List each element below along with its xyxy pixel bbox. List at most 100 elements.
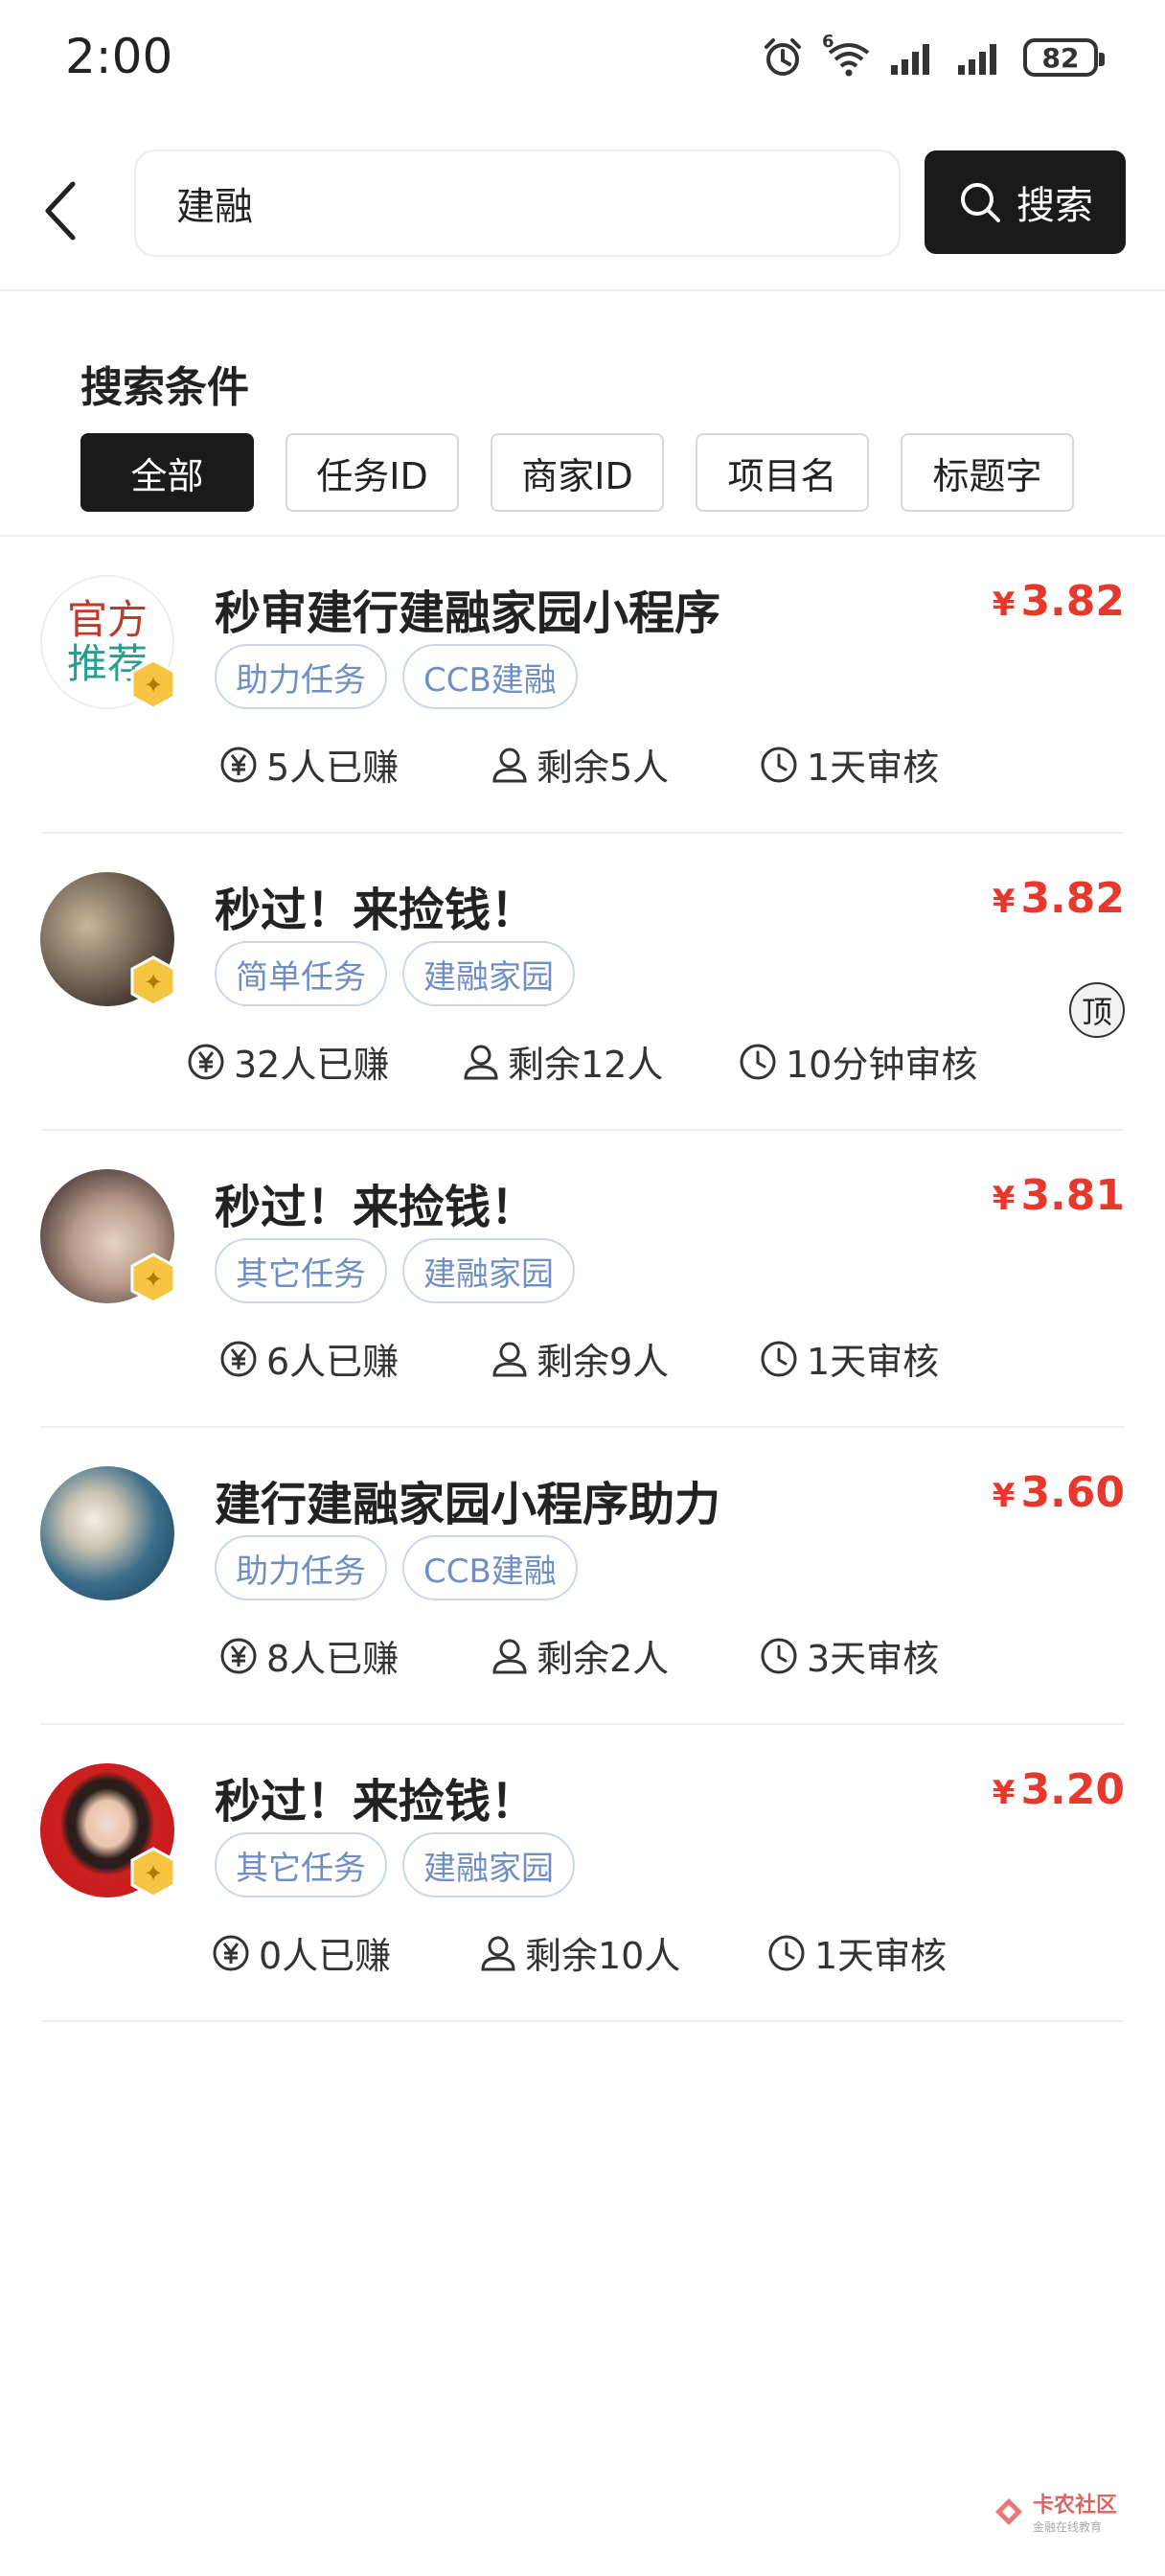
task-title: 秒过！来捡钱！ (215, 1181, 537, 1234)
search-button[interactable]: 搜索 (925, 150, 1126, 254)
clock-icon (740, 1044, 776, 1079)
task-stats: 5人已赚 剩余5人 1天审核 (0, 738, 1165, 795)
task-item[interactable]: ✦ 秒过！来捡钱！ ¥3.81 其它任务 建融家园 6人已赚 剩余9人 1天审核 (0, 1131, 1165, 1428)
search-icon (961, 183, 1000, 222)
vip-badge-icon: ✦ (130, 658, 176, 710)
task-tags: 其它任务 建融家园 (215, 1238, 575, 1303)
task-tag: 助力任务 (215, 644, 387, 709)
search-header: 建融 搜索 (0, 125, 1165, 291)
alarm-icon (765, 38, 801, 76)
stat-review: 1天审核 (759, 1332, 939, 1385)
clock-icon (761, 747, 797, 782)
stat-earned: 5人已赚 (218, 738, 399, 791)
search-input-value: 建融 (176, 185, 253, 229)
task-tag: 其它任务 (215, 1832, 387, 1898)
review-time: 1天审核 (807, 747, 940, 789)
task-item[interactable]: ✦ 秒过！来捡钱！ ¥3.20 其它任务 建融家园 0人已赚 剩余10人 1天审… (0, 1725, 1165, 2022)
earned-count: 5人已赚 (266, 747, 400, 789)
chip-title-keyword[interactable]: 标题字 (901, 433, 1074, 512)
currency-symbol: ¥ (992, 1774, 1016, 1812)
task-stats: 32人已赚 剩余12人 10分钟审核 (0, 1035, 1165, 1092)
search-input[interactable]: 建融 (134, 150, 901, 257)
task-stats: 0人已赚 剩余10人 1天审核 (0, 1926, 1165, 1984)
task-title: 秒过！来捡钱！ (215, 1775, 537, 1828)
chip-project-name[interactable]: 项目名 (696, 433, 869, 512)
watermark-text: 卡农社区 (1033, 2494, 1118, 2518)
clock-icon (768, 1935, 805, 1970)
filter-chips: 全部 任务ID 商家ID 项目名 标题字 (80, 433, 1074, 512)
chip-all[interactable]: 全部 (80, 433, 254, 512)
remaining-count: 剩余9人 (537, 1341, 670, 1383)
task-price: ¥3.60 (993, 1468, 1125, 1517)
task-item[interactable]: 官方 推荐 ✦ 秒审建行建融家园小程序 ¥3.82 助力任务 CCB建融 5人已… (0, 537, 1165, 834)
search-button-label: 搜索 (1017, 184, 1093, 228)
stat-earned: 0人已赚 (211, 1926, 391, 1979)
person-icon (492, 1639, 527, 1673)
status-bar: 2:00 6 82 (0, 0, 1165, 125)
task-tags: 简单任务 建融家园 (215, 941, 575, 1006)
chip-task-id[interactable]: 任务ID (286, 433, 459, 512)
currency-symbol: ¥ (992, 1477, 1016, 1515)
watermark-subtext: 金融在线教育 (1033, 2520, 1103, 2534)
task-tag: 助力任务 (215, 1535, 387, 1600)
review-time: 1天审核 (807, 1341, 940, 1383)
price-value: 3.82 (1020, 874, 1125, 923)
stat-review: 10分钟审核 (738, 1035, 977, 1088)
signal-icon (891, 44, 929, 75)
yen-icon (220, 1638, 257, 1673)
currency-symbol: ¥ (992, 1180, 1016, 1218)
stat-review: 3天审核 (759, 1629, 939, 1682)
vip-badge-icon: ✦ (130, 955, 176, 1007)
task-tag: 建融家园 (402, 941, 575, 1006)
network-label: 6 (822, 32, 834, 52)
svg-text:✦: ✦ (144, 1266, 163, 1293)
stat-earned: 6人已赚 (218, 1332, 399, 1385)
stat-remaining: 剩余12人 (462, 1035, 663, 1088)
person-icon (492, 748, 527, 782)
yen-icon (220, 747, 257, 782)
yen-icon (220, 1341, 257, 1376)
earned-count: 32人已赚 (234, 1044, 390, 1086)
avatar-text-line1: 官方 (66, 595, 148, 643)
battery-level: 82 (1041, 41, 1080, 74)
stat-review: 1天审核 (766, 1926, 947, 1979)
task-stats: 8人已赚 剩余2人 3天审核 (0, 1629, 1165, 1687)
remaining-count: 剩余2人 (537, 1638, 670, 1680)
battery-icon: 82 (1023, 38, 1105, 77)
earned-count: 0人已赚 (259, 1935, 392, 1977)
stat-remaining: 剩余9人 (491, 1332, 669, 1385)
stat-earned: 32人已赚 (186, 1035, 389, 1088)
task-title: 秒审建行建融家园小程序 (215, 586, 721, 640)
currency-symbol: ¥ (992, 883, 1016, 921)
status-icons: 6 82 (761, 29, 1105, 86)
person-icon (481, 1936, 515, 1970)
task-price: ¥3.20 (993, 1765, 1125, 1814)
task-item[interactable]: 建行建融家园小程序助力 ¥3.60 助力任务 CCB建融 8人已赚 剩余2人 3… (0, 1428, 1165, 1725)
back-arrow-icon[interactable] (33, 174, 90, 247)
avatar (40, 1466, 174, 1600)
vip-badge-icon: ✦ (130, 1253, 176, 1304)
person-icon (492, 1342, 527, 1376)
earned-count: 6人已赚 (266, 1341, 400, 1383)
item-divider (40, 2020, 1125, 2022)
signal-icon-2 (958, 44, 996, 75)
task-title: 秒过！来捡钱！ (215, 884, 537, 937)
earned-count: 8人已赚 (266, 1638, 400, 1680)
price-value: 3.82 (1020, 577, 1125, 626)
pinned-badge: 顶 (1069, 982, 1125, 1038)
chip-merchant-id[interactable]: 商家ID (491, 433, 664, 512)
task-stats: 6人已赚 剩余9人 1天审核 (0, 1332, 1165, 1390)
remaining-count: 剩余5人 (537, 747, 670, 789)
watermark: 卡农社区 金融在线教育 (993, 2488, 1117, 2535)
task-tag: 简单任务 (215, 941, 387, 1006)
task-tags: 助力任务 CCB建融 (215, 1535, 578, 1600)
clock-icon (761, 1341, 797, 1376)
stat-remaining: 剩余10人 (479, 1926, 680, 1979)
yen-icon (188, 1044, 224, 1079)
task-tags: 助力任务 CCB建融 (215, 644, 578, 709)
wifi-icon: 6 (822, 32, 872, 80)
task-price: ¥3.82 (993, 577, 1125, 626)
review-time: 3天审核 (807, 1638, 940, 1680)
svg-text:✦: ✦ (144, 969, 163, 996)
task-item[interactable]: ✦ 秒过！来捡钱！ ¥3.82 顶 简单任务 建融家园 32人已赚 剩余12人 … (0, 834, 1165, 1131)
